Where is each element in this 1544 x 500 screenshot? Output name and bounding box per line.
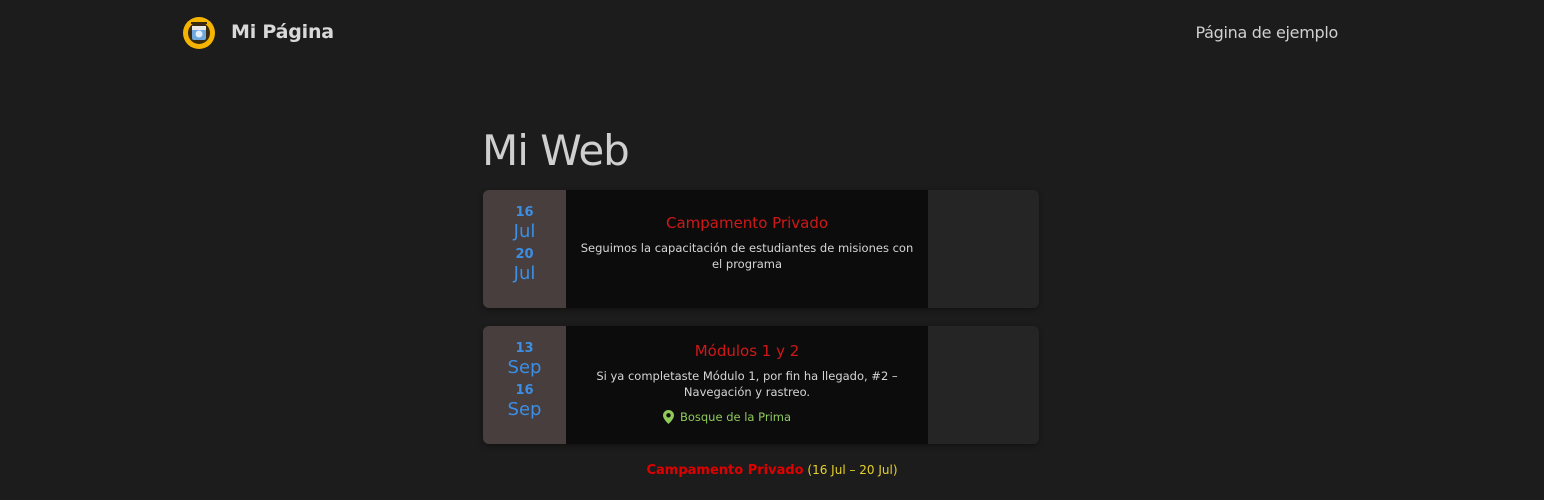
event-location-label: Bosque de la Prima: [679, 410, 792, 424]
event-start-month: Sep: [507, 357, 542, 378]
site-title[interactable]: Mi Página: [231, 21, 334, 43]
event-info: Módulos 1 y 2 Si ya completaste Módulo 1…: [566, 326, 928, 444]
event-description: Si ya completaste Módulo 1, por fin ha l…: [596, 369, 898, 399]
featured-event-title[interactable]: Campamento Privado: [646, 463, 803, 478]
event-card[interactable]: 13 Sep 16 Sep Módulos 1 y 2 Si ya comple…: [483, 326, 1039, 444]
page-title: Mi Web: [482, 126, 630, 175]
event-card[interactable]: 16 Jul 20 Jul Campamento Privado Seguimo…: [483, 190, 1039, 308]
event-start-day: 16: [515, 205, 534, 220]
map-pin-icon: [662, 410, 674, 424]
site-header: Mi Página Página de ejemplo: [0, 0, 1544, 66]
event-end-day: 20: [515, 247, 534, 262]
event-description: Seguimos la capacitación de estudiantes …: [580, 241, 914, 271]
event-title[interactable]: Campamento Privado: [580, 214, 914, 232]
event-start-month: Jul: [513, 221, 536, 242]
event-title[interactable]: Módulos 1 y 2: [580, 342, 914, 360]
event-image: [928, 326, 1039, 444]
event-date-block: 16 Jul 20 Jul: [483, 190, 566, 308]
event-info: Campamento Privado Seguimos la capacitac…: [566, 190, 928, 308]
event-end-day: 16: [515, 383, 534, 398]
featured-event-dates: (16 Jul – 20 Jul): [807, 463, 898, 477]
event-end-month: Sep: [507, 399, 542, 420]
featured-event[interactable]: Campamento Privado (16 Jul – 20 Jul): [0, 463, 1544, 478]
event-location[interactable]: Bosque de la Prima: [662, 410, 792, 424]
nav-link-sample-page[interactable]: Página de ejemplo: [1196, 23, 1339, 42]
event-image: [928, 190, 1039, 308]
event-date-block: 13 Sep 16 Sep: [483, 326, 566, 444]
event-end-month: Jul: [513, 263, 536, 284]
site-logo-icon[interactable]: [183, 17, 215, 49]
event-start-day: 13: [515, 341, 534, 356]
